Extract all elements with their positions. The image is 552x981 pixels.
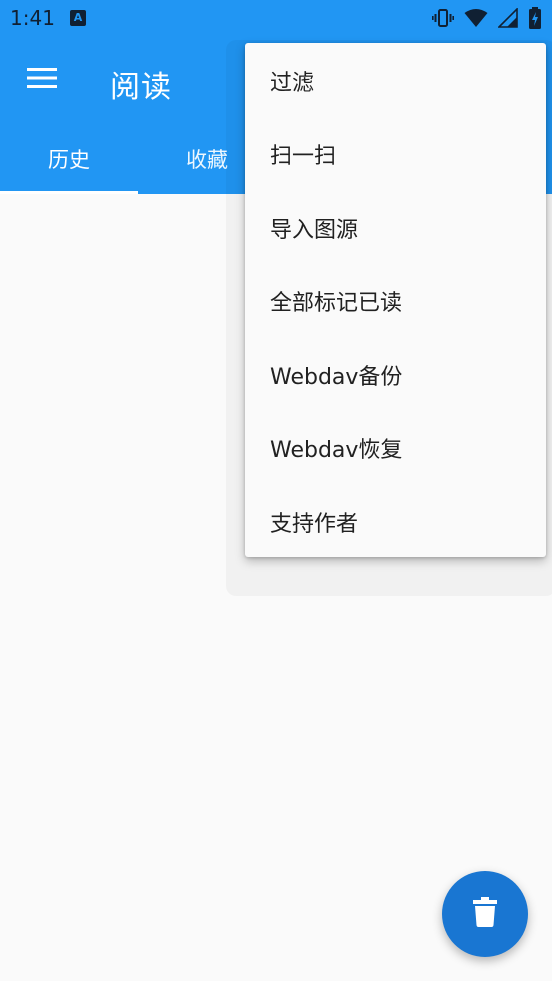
delete-fab-button[interactable] [442,871,528,957]
status-time: 1:41 [10,6,55,30]
delete-icon [473,897,497,931]
menu-item-label: Webdav恢复 [270,437,403,463]
status-bar: 1:41 A [0,0,552,36]
menu-item-webdav-backup[interactable]: Webdav备份 [245,338,546,411]
menu-item-label: Webdav备份 [270,364,403,390]
menu-item-filter[interactable]: 过滤 [245,44,546,117]
menu-item-label: 扫一扫 [270,143,337,169]
menu-item-support-author[interactable]: 支持作者 [245,485,546,558]
navigation-menu-button[interactable] [16,60,68,100]
screen: 1:41 A 阅读 历史 收藏 过滤 扫一扫 导入图源 全部标记已读 Webda… [0,0,552,981]
wifi-icon [464,8,488,28]
vibrate-icon [432,7,454,29]
hamburger-icon [27,67,57,93]
menu-item-label: 全部标记已读 [270,290,403,316]
menu-item-label: 过滤 [270,70,315,96]
menu-item-webdav-restore[interactable]: Webdav恢复 [245,411,546,484]
menu-item-import-source[interactable]: 导入图源 [245,191,546,264]
app-title: 阅读 [110,70,172,105]
battery-charging-icon [528,7,542,29]
status-icons [432,6,542,30]
tab-history-label: 历史 [48,148,90,172]
notification-a-icon: A [70,10,86,26]
menu-item-label: 导入图源 [270,217,359,243]
overflow-menu: 过滤 扫一扫 导入图源 全部标记已读 Webdav备份 Webdav恢复 支持作… [245,43,546,557]
menu-item-scan[interactable]: 扫一扫 [245,117,546,190]
tab-history[interactable]: 历史 [0,124,138,194]
tab-favorites-label: 收藏 [186,148,228,172]
signal-icon [498,8,518,28]
menu-item-mark-all-read[interactable]: 全部标记已读 [245,264,546,337]
menu-item-label: 支持作者 [270,511,359,537]
